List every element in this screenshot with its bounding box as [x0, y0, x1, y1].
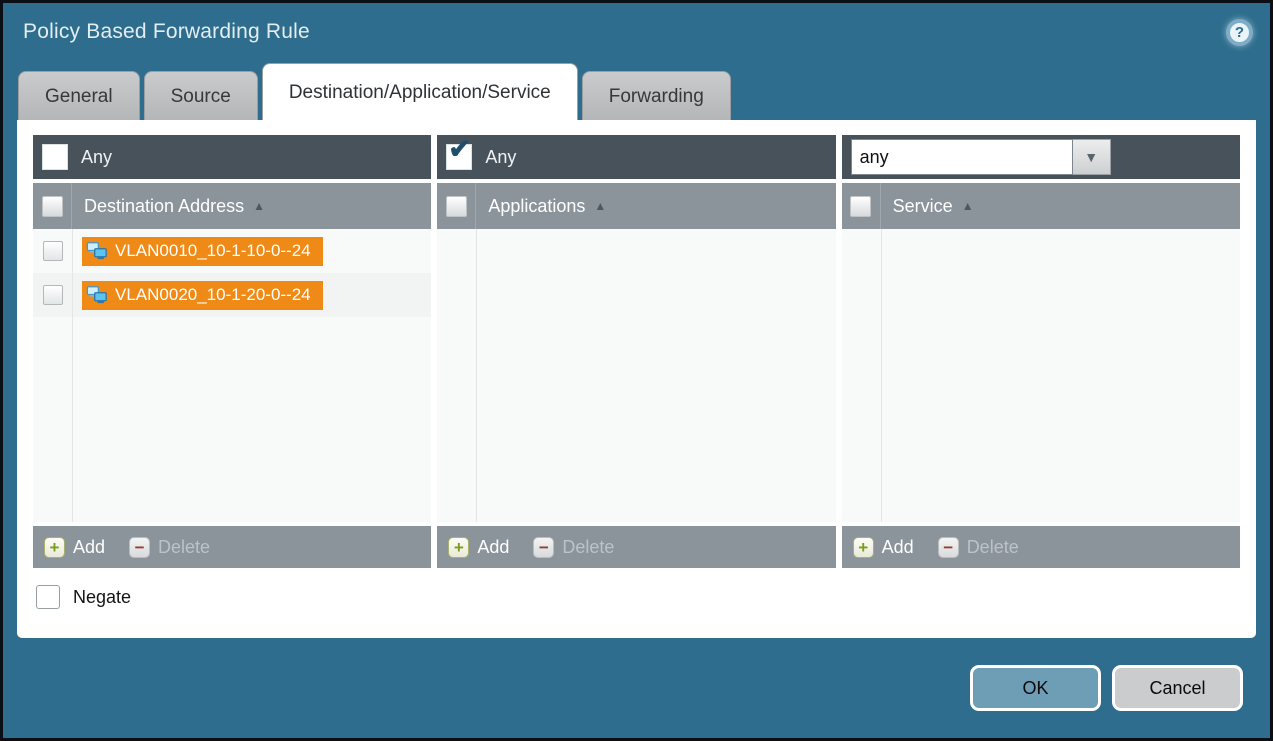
negate-label: Negate — [73, 587, 131, 608]
panels-container: Any Destination Address ▲ — [33, 135, 1240, 568]
minus-icon: − — [938, 537, 959, 558]
tab-forwarding[interactable]: Forwarding — [582, 71, 731, 120]
address-chip[interactable]: VLAN0020_10-1-20-0--24 — [82, 281, 323, 310]
destination-list: VLAN0010_10-1-10-0--24 — [33, 229, 431, 522]
add-label: Add — [73, 537, 105, 558]
destination-toolbar: + Add − Delete — [33, 526, 431, 568]
delete-label: Delete — [967, 537, 1019, 558]
tab-content: Any Destination Address ▲ — [17, 120, 1256, 638]
dialog-footer: OK Cancel — [3, 638, 1270, 738]
applications-column-header[interactable]: Applications ▲ — [488, 196, 606, 217]
plus-icon: + — [853, 537, 874, 558]
ok-button[interactable]: OK — [970, 665, 1101, 711]
applications-list — [437, 229, 835, 522]
delete-label: Delete — [158, 537, 210, 558]
delete-button[interactable]: − Delete — [938, 537, 1019, 558]
applications-toolbar: + Add − Delete — [437, 526, 835, 568]
add-label: Add — [882, 537, 914, 558]
applications-column-header-row: Applications ▲ — [437, 183, 835, 229]
sort-asc-icon: ▲ — [253, 199, 265, 213]
applications-any-label: Any — [485, 147, 516, 168]
applications-any-bar: ✔ Any — [437, 135, 835, 179]
negate-row: Negate — [33, 585, 1240, 609]
add-button[interactable]: + Add — [448, 537, 509, 558]
applications-panel: ✔ Any Applications ▲ — [437, 135, 835, 568]
address-group-icon — [86, 284, 108, 306]
minus-icon: − — [129, 537, 150, 558]
destination-select-all-checkbox[interactable] — [42, 196, 63, 217]
table-row[interactable]: VLAN0010_10-1-10-0--24 — [33, 229, 431, 273]
delete-label: Delete — [562, 537, 614, 558]
table-row[interactable]: VLAN0020_10-1-20-0--24 — [33, 273, 431, 317]
add-button[interactable]: + Add — [853, 537, 914, 558]
plus-icon: + — [448, 537, 469, 558]
service-toolbar: + Add − Delete — [842, 526, 1240, 568]
help-icon[interactable]: ? — [1226, 19, 1253, 46]
destination-column-header[interactable]: Destination Address ▲ — [84, 196, 265, 217]
column-separator — [476, 229, 477, 522]
dialog-title: Policy Based Forwarding Rule — [23, 20, 310, 44]
service-select-all-checkbox[interactable] — [850, 196, 871, 217]
service-dropdown: ▼ — [851, 139, 1111, 175]
address-chip[interactable]: VLAN0010_10-1-10-0--24 — [82, 237, 323, 266]
column-separator — [881, 229, 882, 522]
delete-button[interactable]: − Delete — [533, 537, 614, 558]
add-label: Add — [477, 537, 509, 558]
row-checkbox[interactable] — [43, 285, 63, 305]
service-column-header-label: Service — [893, 196, 953, 217]
delete-button[interactable]: − Delete — [129, 537, 210, 558]
sort-asc-icon: ▲ — [594, 199, 606, 213]
plus-icon: + — [44, 537, 65, 558]
checkmark-icon: ✔ — [448, 135, 471, 165]
destination-any-label: Any — [81, 147, 112, 168]
tab-source[interactable]: Source — [144, 71, 258, 120]
service-dropdown-button[interactable]: ▼ — [1073, 139, 1111, 175]
address-chip-label: VLAN0010_10-1-10-0--24 — [115, 241, 311, 261]
tab-general[interactable]: General — [18, 71, 140, 120]
destination-panel: Any Destination Address ▲ — [33, 135, 431, 568]
service-list — [842, 229, 1240, 522]
minus-icon: − — [533, 537, 554, 558]
policy-based-forwarding-dialog: Policy Based Forwarding Rule ? General S… — [0, 0, 1273, 741]
address-chip-label: VLAN0020_10-1-20-0--24 — [115, 285, 311, 305]
service-dropdown-input[interactable] — [851, 139, 1073, 175]
service-panel: ▼ Service ▲ — [842, 135, 1240, 568]
service-dropdown-bar: ▼ — [842, 135, 1240, 179]
applications-select-all-checkbox[interactable] — [446, 196, 467, 217]
cancel-button[interactable]: Cancel — [1112, 665, 1243, 711]
tab-destination-application-service[interactable]: Destination/Application/Service — [262, 63, 578, 120]
service-column-header[interactable]: Service ▲ — [893, 196, 974, 217]
applications-column-header-label: Applications — [488, 196, 585, 217]
column-separator — [72, 229, 73, 522]
sort-asc-icon: ▲ — [962, 199, 974, 213]
tab-strip: General Source Destination/Application/S… — [3, 61, 1270, 120]
add-button[interactable]: + Add — [44, 537, 105, 558]
destination-column-header-label: Destination Address — [84, 196, 244, 217]
address-group-icon — [86, 240, 108, 262]
destination-any-checkbox[interactable] — [42, 144, 68, 170]
destination-any-bar: Any — [33, 135, 431, 179]
titlebar: Policy Based Forwarding Rule ? — [3, 3, 1270, 61]
destination-column-header-row: Destination Address ▲ — [33, 183, 431, 229]
negate-checkbox[interactable] — [36, 585, 60, 609]
row-checkbox[interactable] — [43, 241, 63, 261]
service-column-header-row: Service ▲ — [842, 183, 1240, 229]
dropdown-arrow-icon: ▼ — [1084, 149, 1098, 165]
applications-any-checkbox[interactable]: ✔ — [446, 144, 472, 170]
